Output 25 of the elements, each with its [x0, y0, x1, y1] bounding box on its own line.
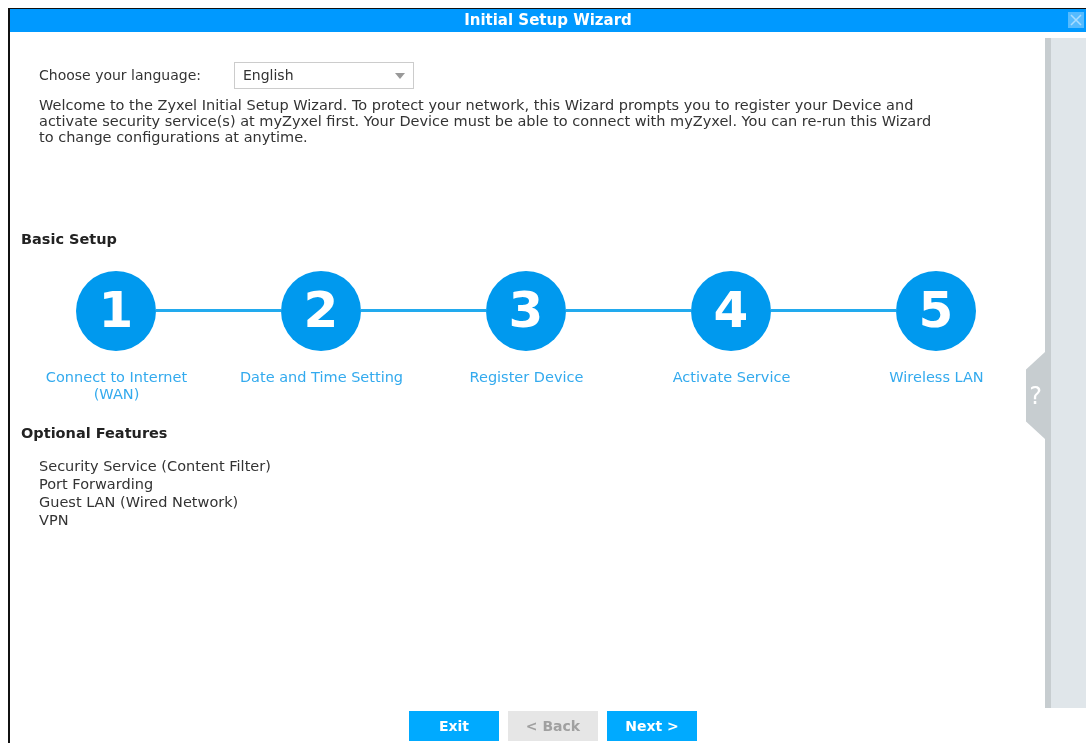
step-link[interactable]: Date and Time Setting — [239, 368, 404, 403]
feature-item: Port Forwarding — [39, 474, 154, 493]
step-link[interactable]: Wireless LAN — [889, 368, 984, 403]
step-number[interactable]: 2 — [281, 270, 361, 351]
feature-item: VPN — [39, 510, 69, 529]
wizard-button[interactable]: Exit — [409, 711, 499, 741]
wizard-button[interactable]: Next > — [607, 711, 697, 741]
step-number[interactable]: 5 — [896, 270, 976, 351]
step-link[interactable]: Register Device — [469, 368, 584, 403]
feature-item: Guest LAN (Wired Network) — [39, 492, 239, 511]
caret-icon — [394, 72, 405, 79]
step-number[interactable]: 4 — [691, 270, 771, 351]
section-heading: Optional Features — [21, 423, 169, 443]
help-tab[interactable]: ? — [1026, 352, 1045, 439]
language-label: Choose your language: — [39, 66, 201, 85]
language-dropdown[interactable]: English — [233, 62, 414, 89]
step-number[interactable]: 3 — [486, 270, 566, 351]
step-link[interactable]: Connect to Internet (WAN) — [30, 368, 203, 403]
close-icon[interactable] — [1068, 12, 1084, 28]
section-heading: Basic Setup — [21, 230, 118, 249]
feature-item: Security Service (Content Filter) — [39, 456, 271, 475]
intro-text: Welcome to the Zyxel Initial Setup Wizard. To protect your network, this Wizard prompts you to register your Device and activate security service(s) at myZyxel first. Your Device must be able to connect with myZyxel. You can re-run this Wizard to change configurations at anytime. — [39, 97, 933, 145]
step-link[interactable]: Activate Service — [672, 368, 791, 403]
window-title: Initial Setup Wizard — [464, 11, 632, 29]
step-number[interactable]: 1 — [76, 270, 156, 351]
